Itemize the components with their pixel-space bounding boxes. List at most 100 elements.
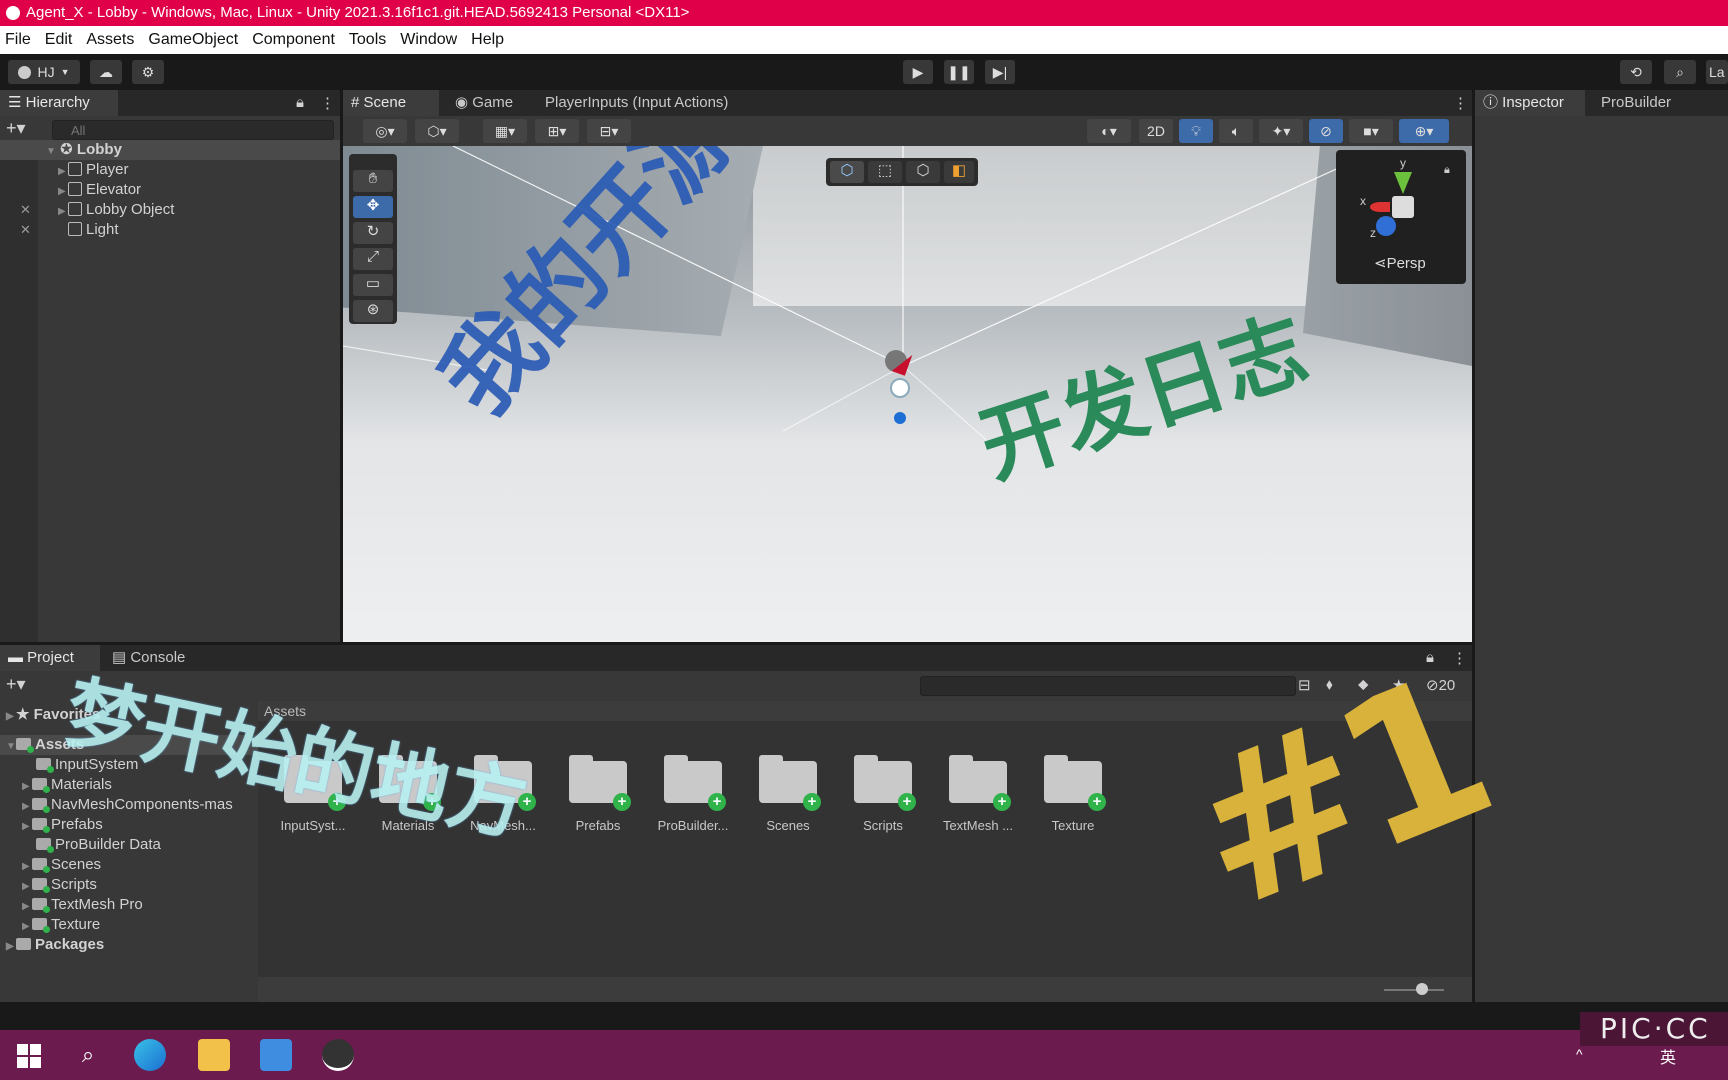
face-mode-button[interactable]: ◧ bbox=[944, 161, 974, 183]
hidden-eye-icon[interactable]: ✕ bbox=[20, 202, 31, 218]
hierarchy-search-input[interactable] bbox=[52, 120, 334, 140]
menu-help[interactable]: Help bbox=[466, 31, 513, 49]
lock-icon[interactable]: 🔒︎ bbox=[1444, 164, 1450, 177]
tab-scene[interactable]: # Scene bbox=[343, 90, 439, 116]
player-gizmo-icon[interactable] bbox=[894, 412, 906, 424]
move-tool-button[interactable]: ✥ bbox=[353, 196, 393, 218]
tree-item-scripts[interactable]: ▶ Scripts bbox=[22, 875, 97, 895]
camera-dropdown[interactable]: ■▾ bbox=[1349, 119, 1393, 143]
step-button[interactable]: ▶| bbox=[985, 60, 1015, 84]
search-button[interactable]: ⌕ bbox=[1664, 60, 1696, 84]
object-mode-button[interactable]: ⬡ bbox=[830, 161, 864, 183]
file-explorer-icon[interactable] bbox=[198, 1039, 230, 1071]
tree-item-navmesh[interactable]: ▶ NavMeshComponents-mas bbox=[22, 795, 233, 815]
grid-folder-probuilder[interactable]: + bbox=[658, 749, 728, 811]
rotate-tool-button[interactable]: ↻ bbox=[353, 222, 393, 244]
tool-handle-dropdown[interactable]: ◎▾ bbox=[363, 119, 407, 143]
tab-inspector-label: Inspector bbox=[1502, 94, 1564, 111]
kebab-menu-icon[interactable]: ⋮ bbox=[1452, 649, 1467, 667]
orientation-gizmo[interactable]: y x z 🔒︎ ⋖Persp bbox=[1336, 150, 1466, 284]
visibility-toggle[interactable]: ⊘ bbox=[1309, 119, 1343, 143]
expand-right-icon: ▶ bbox=[22, 801, 30, 812]
ime-indicator[interactable]: 英 bbox=[1660, 1044, 1676, 1068]
tab-hierarchy[interactable]: ☰ Hierarchy bbox=[0, 90, 118, 116]
grid-folder-scripts[interactable]: + bbox=[848, 749, 918, 811]
collab-button[interactable]: ⚙ bbox=[132, 60, 164, 84]
tab-game[interactable]: ◉ Game bbox=[447, 90, 527, 116]
scene-viewport[interactable]: ✋︎ ✥ ↻ ⤢ ▭ ⊛ ⬡ ⬚ ⬡ ◧ y x z 🔒︎ ⋖Persp 我的开… bbox=[343, 146, 1472, 642]
add-button[interactable]: +▾ bbox=[6, 118, 26, 139]
add-asset-button[interactable]: +▾ bbox=[6, 674, 26, 695]
edge-mode-button[interactable]: ⬡ bbox=[906, 161, 940, 183]
zoom-slider-handle[interactable] bbox=[1416, 983, 1428, 995]
start-button[interactable] bbox=[12, 1039, 44, 1071]
kebab-menu-icon[interactable]: ⋮ bbox=[320, 94, 335, 112]
lighting-toggle[interactable]: 💡︎ bbox=[1179, 119, 1213, 143]
grid-label: ProBuilder... bbox=[657, 818, 729, 833]
tree-item-prefabs[interactable]: ▶ Prefabs bbox=[22, 815, 103, 835]
probuilder-toolbar: ⬡ ⬚ ⬡ ◧ bbox=[826, 158, 978, 186]
layers-dropdown[interactable]: La bbox=[1706, 60, 1728, 84]
hidden-eye-icon[interactable]: ✕ bbox=[20, 222, 31, 238]
hand-tool-button[interactable]: ✋︎ bbox=[353, 170, 393, 192]
audio-toggle[interactable]: 🔈︎ bbox=[1219, 119, 1253, 143]
hierarchy-item-elevator[interactable]: ▶ Elevator bbox=[58, 180, 141, 200]
play-button[interactable]: ▶ bbox=[903, 60, 933, 84]
tab-probuilder[interactable]: ProBuilder bbox=[1593, 90, 1693, 116]
store-icon[interactable] bbox=[260, 1039, 292, 1071]
tab-playerinputs[interactable]: PlayerInputs (Input Actions) bbox=[537, 90, 757, 116]
hierarchy-item-player[interactable]: ▶ Player bbox=[58, 160, 129, 180]
scene-row-lobby[interactable]: ▼ ✪ Lobby bbox=[0, 140, 340, 160]
tray-chevron-icon[interactable]: ^ bbox=[1576, 1046, 1583, 1062]
item-label: Light bbox=[86, 221, 119, 238]
grid-icon: # bbox=[351, 94, 364, 111]
vertex-mode-button[interactable]: ⬚ bbox=[868, 161, 902, 183]
transform-tool-button[interactable]: ⊛ bbox=[353, 300, 393, 322]
edge-browser-icon[interactable] bbox=[134, 1039, 166, 1071]
hierarchy-item-lobby-object[interactable]: ▶ Lobby Object bbox=[58, 200, 174, 220]
history-button[interactable]: ⟲ bbox=[1620, 60, 1652, 84]
tree-item-texture[interactable]: ▶ Texture bbox=[22, 915, 100, 935]
unity-taskbar-icon[interactable] bbox=[322, 1039, 354, 1071]
scale-tool-button[interactable]: ⤢ bbox=[353, 248, 393, 270]
zoom-slider-track[interactable] bbox=[1384, 989, 1444, 991]
shading-dropdown[interactable]: ◐▾ bbox=[1087, 119, 1131, 143]
rect-tool-button[interactable]: ▭ bbox=[353, 274, 393, 296]
menu-file[interactable]: File bbox=[0, 31, 40, 49]
draw-mode-dropdown[interactable]: ⬡▾ bbox=[415, 119, 459, 143]
menu-assets[interactable]: Assets bbox=[81, 31, 143, 49]
project-search-input[interactable] bbox=[920, 676, 1296, 696]
account-dropdown[interactable]: HJ ▼ bbox=[8, 60, 80, 84]
cloud-button[interactable]: ☁ bbox=[90, 60, 122, 84]
tree-item-textmesh-pro[interactable]: ▶ TextMesh Pro bbox=[22, 895, 143, 915]
tree-item-materials[interactable]: ▶ Materials bbox=[22, 775, 112, 795]
hierarchy-item-light[interactable]: Light bbox=[68, 220, 119, 240]
tree-item-scenes[interactable]: ▶ Scenes bbox=[22, 855, 101, 875]
menu-gameobject[interactable]: GameObject bbox=[143, 31, 247, 49]
kebab-menu-icon[interactable]: ⋮ bbox=[1453, 94, 1468, 112]
grid-snap-dropdown[interactable]: ▦▾ bbox=[483, 119, 527, 143]
increment-dropdown[interactable]: ⊟▾ bbox=[587, 119, 631, 143]
light-gizmo-icon[interactable] bbox=[890, 378, 910, 398]
grid-folder-scenes[interactable]: + bbox=[753, 749, 823, 811]
tab-inspector[interactable]: ⓘ Inspector bbox=[1475, 90, 1585, 116]
snap-dropdown[interactable]: ⊞▾ bbox=[535, 119, 579, 143]
packages-row[interactable]: ▶ Packages bbox=[6, 935, 104, 955]
menu-tools[interactable]: Tools bbox=[344, 31, 395, 49]
grid-folder-texture[interactable]: + bbox=[1038, 749, 1108, 811]
toggle-2d-button[interactable]: 2D bbox=[1139, 119, 1173, 143]
taskbar-search-button[interactable]: ⌕ bbox=[72, 1039, 104, 1071]
transform-icon: ⊛ bbox=[366, 301, 380, 318]
lock-icon[interactable]: 🔒︎ bbox=[296, 94, 304, 111]
effects-dropdown[interactable]: ✦▾ bbox=[1259, 119, 1303, 143]
pause-button[interactable]: ❚❚ bbox=[944, 60, 974, 84]
camera-gizmo-icon[interactable] bbox=[885, 350, 915, 380]
grid-folder-prefabs[interactable]: + bbox=[563, 749, 633, 811]
expand-right-icon: ▶ bbox=[22, 921, 30, 932]
menu-window[interactable]: Window bbox=[395, 31, 466, 49]
menu-component[interactable]: Component bbox=[247, 31, 344, 49]
grid-folder-textmesh[interactable]: + bbox=[943, 749, 1013, 811]
menu-edit[interactable]: Edit bbox=[40, 31, 82, 49]
gizmos-dropdown[interactable]: ⊕▾ bbox=[1399, 119, 1449, 143]
tree-item-probuilder-data[interactable]: ProBuilder Data bbox=[36, 835, 161, 855]
